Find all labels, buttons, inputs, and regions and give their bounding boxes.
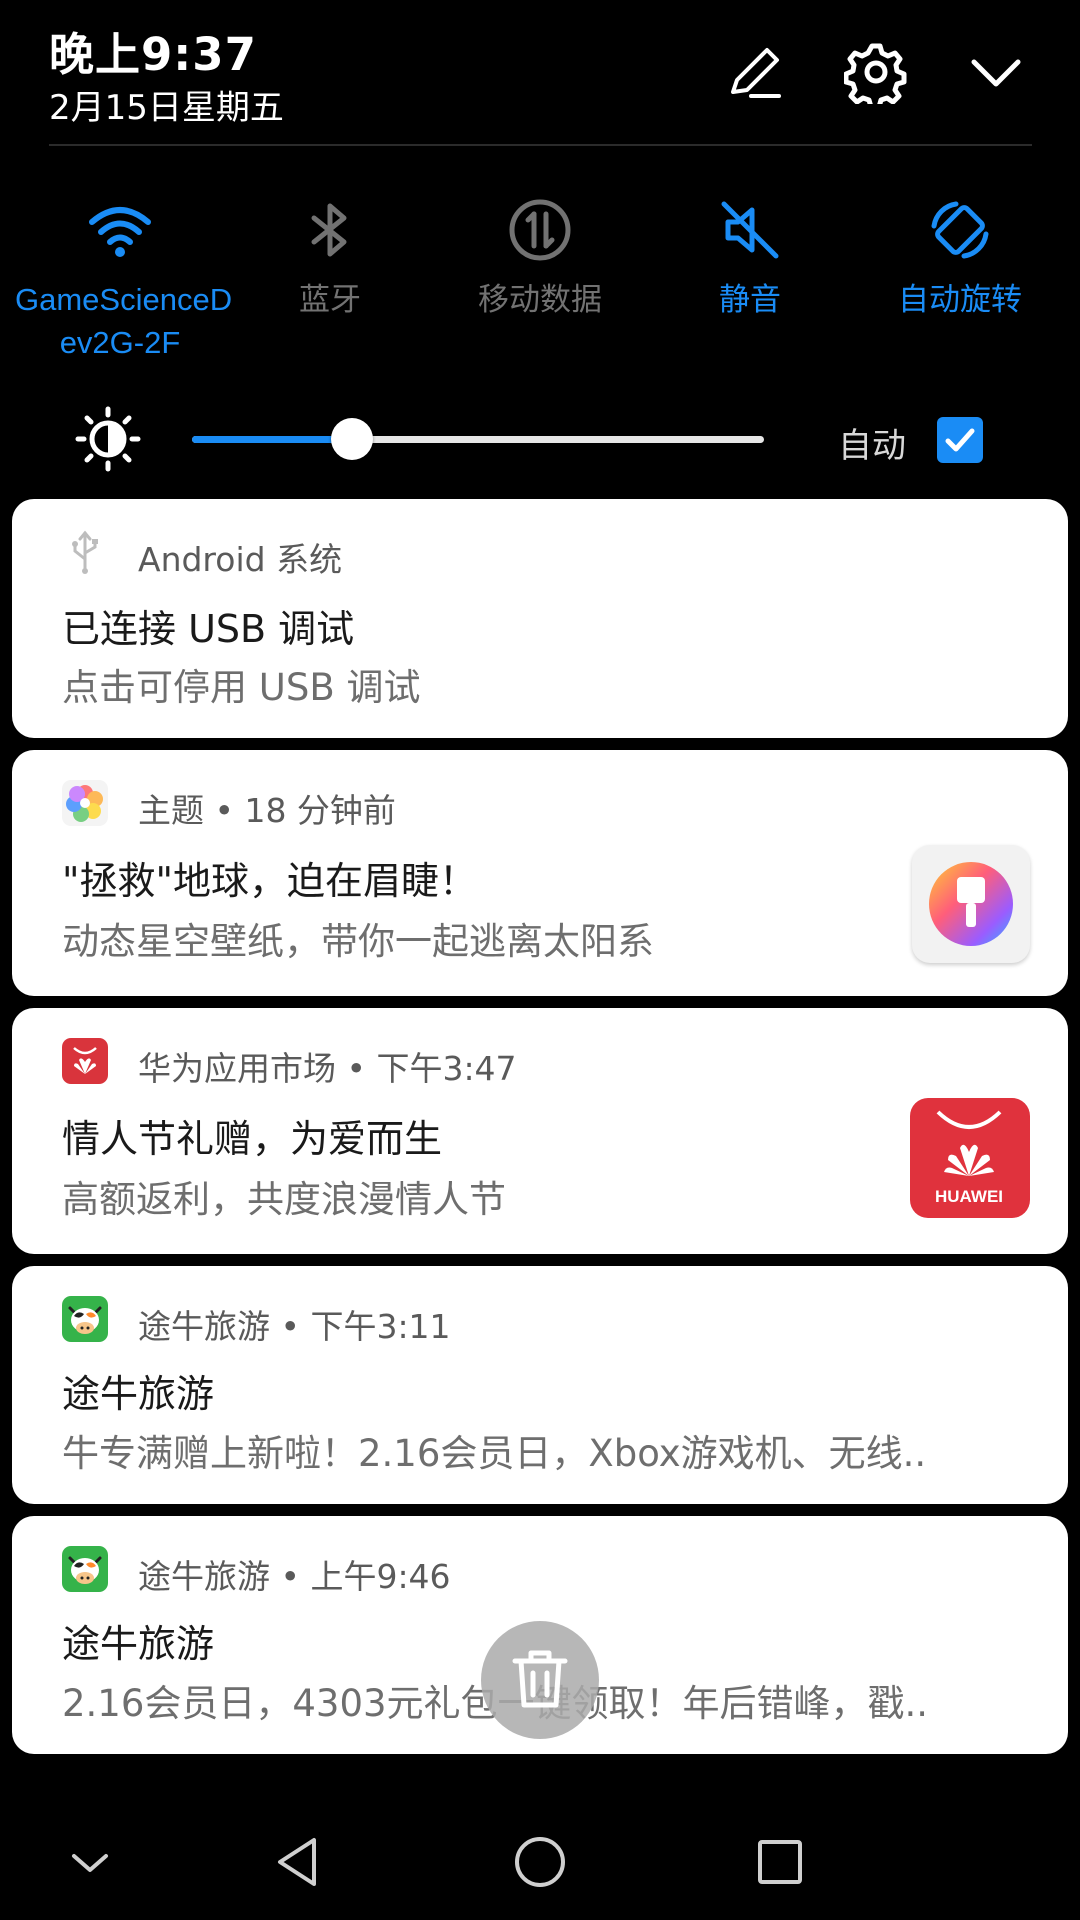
brightness-row: 自动 [0, 400, 1080, 480]
paint-brush-icon [912, 845, 1030, 963]
qs-tile-mute[interactable]: 静音 [645, 196, 855, 321]
brightness-slider[interactable] [192, 418, 764, 460]
qs-label-wifi: GameScienceD ev2G-2F [15, 282, 233, 360]
chevron-down-icon[interactable] [60, 1832, 120, 1892]
brightness-slider-thumb[interactable] [331, 418, 374, 460]
notification-title: 已连接 USB 调试 [62, 607, 355, 651]
notification-title: 情人节礼赠，为爱而生 [62, 1117, 443, 1161]
notification-header: 途牛旅游 • 上午9:46 [62, 1546, 962, 1596]
qs-label-bluetooth: 蓝牙 [299, 282, 361, 317]
header-divider [49, 144, 1032, 146]
notification-text: 牛专满赠上新啦！2.16会员日，Xbox游戏机、无线.. [62, 1432, 927, 1475]
notification-header: Android 系统 [62, 529, 962, 579]
wifi-icon [86, 196, 154, 264]
notification-app-name: 途牛旅游 • 上午9:46 [138, 1557, 451, 1596]
chevron-down-icon[interactable] [964, 40, 1028, 104]
qs-tile-bluetooth[interactable]: 蓝牙 [225, 196, 435, 321]
qs-label-auto-rotate: 自动旋转 [898, 282, 1022, 317]
mobile-data-icon [506, 196, 574, 264]
notification-app-name: Android 系统 [138, 540, 343, 579]
qs-tile-wifi[interactable]: GameScienceD ev2G-2F [15, 196, 233, 364]
bluetooth-icon [296, 196, 364, 264]
huawei-logo-icon: HUAWEI [910, 1098, 1030, 1218]
notification-header: 华为应用市场 • 下午3:47 [62, 1038, 962, 1088]
notification-card[interactable]: Android 系统 已连接 USB 调试 点击可停用 USB 调试 [12, 499, 1068, 738]
notification-app-name: 主题 • 18 分钟前 [138, 791, 396, 830]
auto-brightness-checkbox[interactable] [937, 417, 983, 463]
trash-icon [512, 1650, 568, 1708]
notification-card[interactable]: 华为应用市场 • 下午3:47 情人节礼赠，为爱而生 高额返利，共度浪漫情人节 … [12, 1008, 1068, 1254]
navigation-bar [0, 1800, 1080, 1920]
notification-card[interactable]: 主题 • 18 分钟前 "拯救"地球，迫在眉睫！ 动态星空壁纸，带你一起逃离太阳… [12, 750, 1068, 996]
notification-title: 途牛旅游 [62, 1372, 215, 1416]
clock-time: 晚上9:37 [49, 28, 257, 81]
notification-text: 点击可停用 USB 调试 [62, 666, 421, 709]
tuniu-app-icon [62, 1546, 108, 1592]
svg-text:HUAWEI: HUAWEI [935, 1187, 1003, 1206]
mute-icon [716, 196, 784, 264]
auto-brightness-label: 自动 [838, 426, 906, 466]
qs-tile-auto-rotate[interactable]: 自动旋转 [855, 196, 1065, 321]
clock-date: 2月15日星期五 [49, 88, 284, 128]
qs-tile-mobile-data[interactable]: 移动数据 [435, 196, 645, 321]
recents-icon[interactable] [750, 1832, 810, 1892]
brightness-slider-fill [192, 436, 353, 443]
notification-header: 主题 • 18 分钟前 [62, 780, 962, 830]
edit-icon[interactable] [723, 40, 787, 104]
brightness-icon [75, 406, 141, 472]
status-header: 晚上9:37 2月15日星期五 [0, 0, 1080, 146]
notification-app-name: 华为应用市场 • 下午3:47 [138, 1049, 517, 1088]
notification-text: 高额返利，共度浪漫情人节 [62, 1178, 506, 1221]
usb-icon [62, 529, 108, 575]
huawei-appgallery-icon [62, 1038, 108, 1084]
notification-text: 动态星空壁纸，带你一起逃离太阳系 [62, 920, 654, 963]
tuniu-app-icon [62, 1296, 108, 1342]
auto-rotate-icon [926, 196, 994, 264]
qs-label-mute: 静音 [719, 282, 781, 317]
settings-icon[interactable] [844, 40, 908, 104]
qs-label-mobile-data: 移动数据 [478, 282, 602, 317]
notification-title: "拯救"地球，迫在眉睫！ [62, 859, 477, 903]
notification-header: 途牛旅游 • 下午3:11 [62, 1296, 962, 1346]
notification-title: 途牛旅游 [62, 1622, 215, 1666]
quick-settings: GameScienceD ev2G-2F 蓝牙 移动数据 静音 自动旋转 [0, 196, 1080, 376]
themes-app-icon [62, 780, 108, 826]
clear-all-button[interactable] [481, 1621, 599, 1739]
notification-card[interactable]: 途牛旅游 • 下午3:11 途牛旅游 牛专满赠上新啦！2.16会员日，Xbox游… [12, 1266, 1068, 1504]
back-icon[interactable] [270, 1832, 330, 1892]
home-icon[interactable] [510, 1832, 570, 1892]
notification-app-name: 途牛旅游 • 下午3:11 [138, 1307, 451, 1346]
